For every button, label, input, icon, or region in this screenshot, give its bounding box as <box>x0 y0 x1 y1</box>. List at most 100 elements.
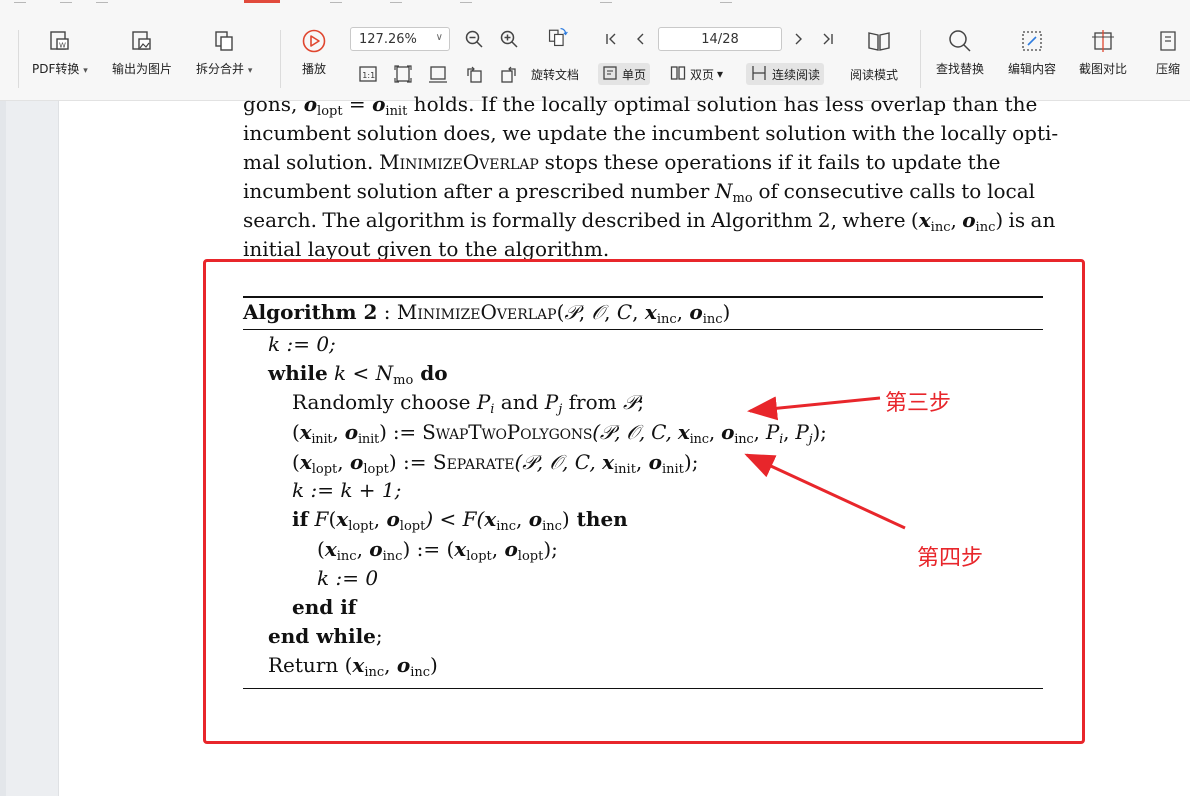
step3-annotation: 第三步 <box>885 391 952 416</box>
text: ) is an <box>995 208 1056 232</box>
annotation-highlight-box <box>203 259 1085 744</box>
zoom-in-icon[interactable] <box>498 28 520 50</box>
page-indicator: 14/28 <box>701 31 739 47</box>
screenshot-compare-button[interactable]: 截图对比 <box>1079 28 1127 77</box>
pdf-convert-button[interactable]: W PDF转换 ▾ <box>32 28 88 77</box>
tab-fragment[interactable] <box>60 2 72 3</box>
doc-line-4: incumbent solution after a prescribed nu… <box>243 177 1043 206</box>
tab-fragment[interactable] <box>600 2 612 3</box>
rotate-left-icon[interactable] <box>463 63 485 85</box>
prev-page-icon[interactable] <box>630 28 652 50</box>
single-page-icon <box>602 65 618 84</box>
rotate-doc-icon[interactable] <box>547 26 569 48</box>
find-replace-label: 查找替换 <box>936 62 985 76</box>
single-page-button[interactable]: 单页 <box>598 63 651 85</box>
subscript: inc <box>975 220 996 235</box>
double-page-button[interactable]: 双页 ▾ <box>670 63 723 85</box>
text: gons, <box>243 92 304 116</box>
tab-fragment[interactable] <box>460 2 472 3</box>
doc-line-5: search. The algorithm is formally descri… <box>243 206 1055 235</box>
play-button[interactable]: 播放 <box>301 28 327 77</box>
chevron-down-icon: ▾ <box>717 67 724 81</box>
text: incumbent solution does, we update the i… <box>243 121 1059 145</box>
tab-fragment[interactable] <box>96 2 108 3</box>
tab-fragment[interactable] <box>330 2 342 3</box>
read-mode-button[interactable] <box>866 28 892 54</box>
page-number-input[interactable]: 14/28 <box>658 27 782 51</box>
doc-line-3: mal solution. MinimizeOverlap stops thes… <box>243 148 1043 177</box>
edit-content-label: 编辑内容 <box>1008 62 1057 76</box>
math-o: o <box>962 208 976 232</box>
doc-line-1: gons, olopt = oinit holds. If the locall… <box>243 90 1043 119</box>
edit-content-icon <box>1019 28 1045 54</box>
split-merge-label: 拆分合并 <box>196 62 245 76</box>
math-x: x <box>918 208 931 232</box>
play-label: 播放 <box>301 62 326 76</box>
zoom-value: 127.26% <box>359 31 417 47</box>
algorithm-name: MinimizeOverlap <box>379 150 539 174</box>
fit-page-icon[interactable] <box>392 63 414 85</box>
rotate-doc-button[interactable]: 旋转文档 <box>531 63 579 85</box>
continuous-read-button[interactable]: 连续阅读 <box>746 63 825 85</box>
toolbar-divider <box>18 30 19 88</box>
chevron-down-icon: ▾ <box>247 66 253 76</box>
split-merge-button[interactable]: 拆分合并 ▾ <box>196 28 252 77</box>
split-merge-icon <box>211 28 237 54</box>
screenshot-compare-label: 截图对比 <box>1079 62 1128 76</box>
play-icon <box>301 28 327 54</box>
text: initial layout given to the algorithm. <box>243 237 610 261</box>
compress-icon <box>1155 28 1181 54</box>
double-page-icon <box>670 65 686 84</box>
tab-fragment[interactable] <box>14 2 26 3</box>
chevron-down-icon: ∨ <box>435 32 443 43</box>
text: stops these operations if it fails to up… <box>538 150 1001 174</box>
fit-width-icon[interactable] <box>427 63 449 85</box>
active-tab-indicator[interactable] <box>244 0 280 3</box>
read-mode-label: 阅读模式 <box>850 67 899 82</box>
continuous-read-icon <box>750 65 768 84</box>
text: mal solution. <box>243 150 380 174</box>
text: of consecutive calls to local <box>752 179 1036 203</box>
rotate-doc-label: 旋转文档 <box>531 67 580 82</box>
subscript: mo <box>732 191 753 206</box>
actual-size-label: 1:1 <box>362 71 375 80</box>
zoom-out-icon[interactable] <box>463 28 485 50</box>
rotate-right-icon[interactable] <box>498 63 520 85</box>
text: holds. If the locally optimal solution h… <box>407 92 1038 116</box>
toolbar: W PDF转换 ▾ 输出为图片 拆分合并 ▾ 播放 127.26% ∨ 14/2… <box>0 14 1190 101</box>
subscript: init <box>385 104 408 119</box>
find-replace-button[interactable]: 查找替换 <box>936 28 984 77</box>
left-sidebar-gutter <box>0 101 59 796</box>
sidebar-edge[interactable] <box>0 101 6 796</box>
tab-fragment[interactable] <box>390 2 402 3</box>
zoom-select[interactable]: 127.26% ∨ <box>350 27 450 51</box>
doc-line-2: incumbent solution does, we update the i… <box>243 119 1058 148</box>
screenshot-compare-icon <box>1090 28 1116 54</box>
read-mode-label-button[interactable]: 阅读模式 <box>850 63 898 85</box>
chevron-down-icon: ▾ <box>83 66 88 76</box>
tab-strip <box>0 0 1190 14</box>
first-page-icon[interactable] <box>600 28 622 50</box>
export-image-label: 输出为图片 <box>112 62 173 76</box>
math-o: o <box>372 92 386 116</box>
subscript: inc <box>930 220 951 235</box>
actual-size-icon[interactable]: 1:1 <box>357 63 379 85</box>
compress-label: 压缩 <box>1155 62 1180 76</box>
subscript: lopt <box>317 104 343 119</box>
step4-annotation: 第四步 <box>917 546 984 571</box>
text: = <box>342 92 373 116</box>
compress-button[interactable]: 压缩 <box>1155 28 1181 77</box>
text: , <box>950 208 963 232</box>
tab-fragment[interactable] <box>720 2 732 3</box>
text: incumbent solution after a prescribed nu… <box>243 179 716 203</box>
toolbar-divider <box>280 30 281 88</box>
export-image-button[interactable]: 输出为图片 <box>112 28 172 77</box>
single-page-label: 单页 <box>622 67 647 82</box>
math-o: o <box>303 92 318 116</box>
next-page-icon[interactable] <box>787 28 809 50</box>
edit-content-button[interactable]: 编辑内容 <box>1008 28 1056 77</box>
last-page-icon[interactable] <box>817 28 839 50</box>
pdf-convert-label: PDF转换 <box>32 62 80 76</box>
continuous-read-label: 连续阅读 <box>772 67 821 82</box>
double-page-label: 双页 <box>690 67 715 82</box>
